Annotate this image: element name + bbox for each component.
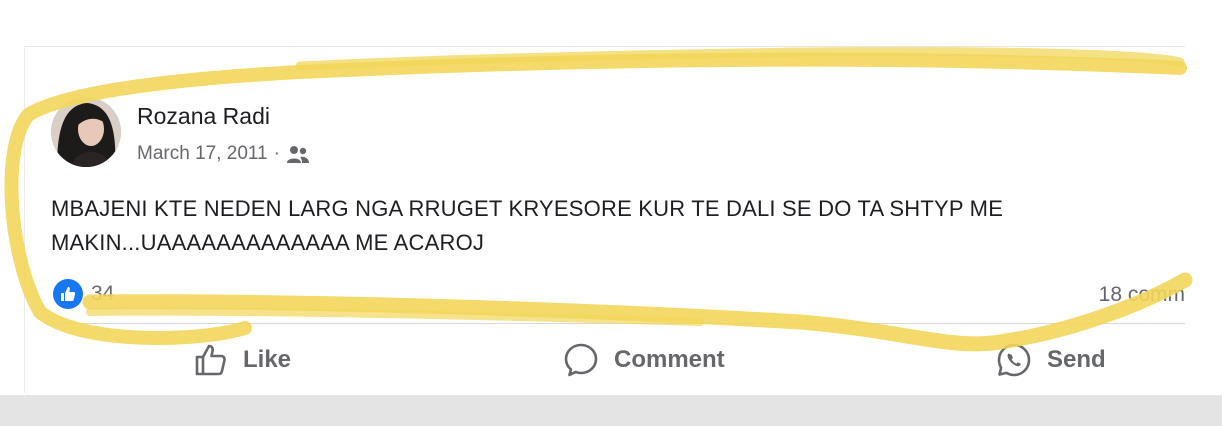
reactions-summary[interactable]: 34 [53, 279, 114, 309]
author-name[interactable]: Rozana Radi [137, 103, 270, 130]
post-meta: March 17, 2011 · [137, 143, 310, 165]
whatsapp-send-icon [997, 343, 1031, 377]
comment-button[interactable]: Comment [562, 335, 725, 385]
comments-count[interactable]: 18 comm [1099, 283, 1185, 307]
meta-separator: · [273, 143, 280, 164]
like-label: Like [243, 346, 292, 373]
post-body-text: MBAJENI KTE NEDEN LARG NGA RRUGET KRYESO… [51, 196, 1004, 255]
comment-label: Comment [614, 346, 725, 373]
post-date[interactable]: March 17, 2011 [137, 143, 268, 165]
post-actions-bar: Like Comment Send [25, 335, 1185, 385]
facebook-post-card: Rozana Radi March 17, 2011 · MBAJENI KTE… [24, 46, 1185, 393]
reactions-count: 34 [91, 282, 115, 305]
friends-icon[interactable] [286, 144, 310, 164]
thumbs-up-reaction-icon [53, 279, 83, 309]
profile-photo-icon [51, 97, 121, 167]
thumbs-up-icon [195, 344, 226, 376]
like-button[interactable]: Like [193, 335, 291, 385]
avatar[interactable] [51, 97, 121, 167]
send-button[interactable]: Send [995, 335, 1106, 385]
bottom-background-band [0, 395, 1222, 426]
comment-bubble-icon [564, 343, 598, 377]
actions-divider [51, 323, 1185, 324]
send-label: Send [1047, 346, 1106, 373]
